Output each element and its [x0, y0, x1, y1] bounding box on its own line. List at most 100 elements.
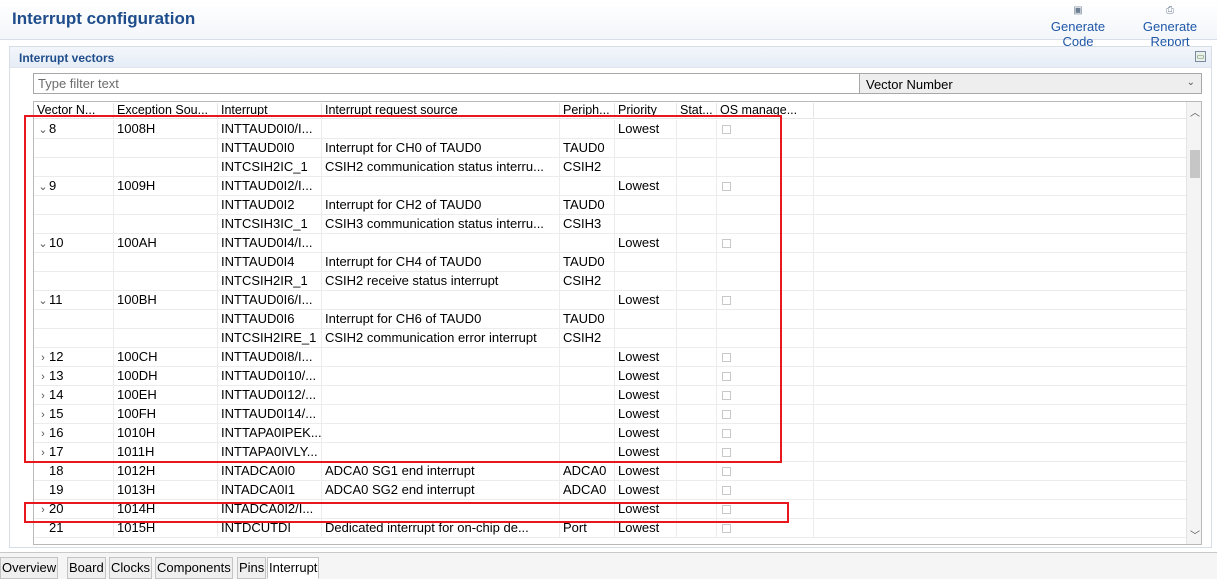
os-managed-checkbox[interactable] — [722, 448, 731, 458]
table-row[interactable]: INTCSIH2IC_1 CSIH2 communication status i… — [34, 158, 1186, 177]
filter-input[interactable] — [33, 73, 864, 94]
os-managed-cell — [717, 367, 814, 386]
os-managed-checkbox[interactable] — [722, 391, 731, 401]
table-row[interactable]: INTTAUD0I0 Interrupt for CH0 of TAUD0 TAUD… — [34, 139, 1186, 158]
column-header-peripheral[interactable]: Periph... — [560, 103, 615, 118]
table-row[interactable]: 18 1012H INTADCA0I0 ADCA0 SG1 end interrupt… — [34, 462, 1186, 481]
table-row[interactable]: INTCSIH2IR_1 CSIH2 receive status interru… — [34, 272, 1186, 291]
table-row[interactable]: ⌄8 1008H INTTAUD0I0/I... Lowest — [34, 120, 1186, 139]
peripheral-cell: Port — [560, 519, 615, 538]
os-managed-cell — [717, 443, 814, 462]
os-managed-cell — [717, 462, 814, 481]
os-managed-checkbox[interactable] — [722, 429, 731, 439]
tab-pins[interactable]: Pins — [237, 557, 267, 579]
interrupt-cell: INTADCA0I0 — [218, 462, 322, 481]
column-header-vector-number[interactable]: Vector N... — [34, 103, 114, 118]
table-row[interactable]: › 20 1014H INTADCA0I2/I... Lowest — [34, 500, 1186, 519]
collapsed-chevron-icon[interactable]: › — [37, 387, 49, 405]
vector-number-text: 15 — [49, 406, 64, 421]
expanded-chevron-icon[interactable]: ⌄ — [37, 178, 49, 196]
table-row[interactable]: INTTAUD0I4 Interrupt for CH4 of TAUD0 TAUD… — [34, 253, 1186, 272]
generate-report-label: Generate Report — [1142, 19, 1198, 49]
collapsed-chevron-icon[interactable]: › — [37, 501, 49, 519]
table-row[interactable]: › 17 1011H INTTAPA0IVLY... Lowest — [34, 443, 1186, 462]
collapsed-chevron-icon[interactable]: › — [37, 444, 49, 462]
request-source-cell: CSIH2 communication error interrupt — [322, 329, 560, 348]
tab-board[interactable]: Board — [67, 557, 106, 579]
column-header-interrupt[interactable]: Interrupt — [218, 103, 322, 118]
os-managed-checkbox[interactable] — [722, 524, 731, 534]
os-managed-cell — [717, 519, 814, 538]
generate-report-button[interactable]: ⎙ Generate Report — [1125, 4, 1215, 49]
os-managed-cell — [717, 234, 814, 253]
column-header-os-managed[interactable]: OS manage... — [717, 103, 814, 118]
os-managed-cell — [717, 405, 814, 424]
request-source-cell — [322, 177, 560, 196]
tab-components[interactable]: Components — [155, 557, 233, 579]
os-managed-checkbox[interactable] — [722, 296, 731, 306]
tab-interrupt[interactable]: Interrupt — [267, 557, 320, 579]
vector-number-cell — [34, 272, 114, 291]
table-row[interactable]: INTTAUD0I2 Interrupt for CH2 of TAUD0 TAUD… — [34, 196, 1186, 215]
os-managed-checkbox[interactable] — [722, 125, 731, 135]
generate-code-button[interactable]: ▣ Generate Code — [1035, 4, 1121, 49]
request-source-cell: Interrupt for CH0 of TAUD0 — [322, 139, 560, 158]
interrupt-cell: INTCSIH3IC_1 — [218, 215, 322, 234]
table-row[interactable]: › 14 100EH INTTAUD0I12/... Lowest — [34, 386, 1186, 405]
status-cell — [677, 196, 717, 215]
column-header-exception-source[interactable]: Exception Sou... — [114, 103, 218, 118]
exception-source-cell: 1013H — [114, 481, 218, 500]
collapsed-chevron-icon[interactable]: › — [37, 425, 49, 443]
tab-clocks[interactable]: Clocks — [109, 557, 153, 579]
collapse-section-icon[interactable]: ▭ — [1195, 51, 1206, 62]
exception-source-cell — [114, 215, 218, 234]
os-managed-checkbox[interactable] — [722, 505, 731, 515]
table-row[interactable]: 21 1015H INTDCUTDI Dedicated interrupt for … — [34, 519, 1186, 538]
collapsed-chevron-icon[interactable]: › — [37, 406, 49, 424]
sort-selected-value: Vector Number — [866, 77, 953, 92]
priority-cell — [615, 253, 677, 272]
table-row[interactable]: INTTAUD0I6 Interrupt for CH6 of TAUD0 TAUD… — [34, 310, 1186, 329]
status-cell — [677, 481, 717, 500]
status-cell — [677, 291, 717, 310]
status-cell — [677, 215, 717, 234]
os-managed-cell — [717, 139, 814, 158]
expanded-chevron-icon[interactable]: ⌄ — [37, 292, 49, 310]
expanded-chevron-icon[interactable]: ⌄ — [37, 121, 49, 139]
sort-dropdown[interactable]: Vector Number ⌄ — [859, 73, 1202, 94]
column-header-status[interactable]: Stat... — [677, 103, 717, 118]
editor-title-bar: Interrupt configuration ▣ Generate Code … — [0, 0, 1217, 49]
expanded-chevron-icon[interactable]: ⌄ — [37, 235, 49, 253]
priority-cell: Lowest — [615, 481, 677, 500]
table-row[interactable]: › 16 1010H INTTAPA0IPEK... Lowest — [34, 424, 1186, 443]
scroll-up-icon[interactable]: ︿ — [1190, 104, 1200, 119]
table-row[interactable]: › 12 100CH INTTAUD0I8/I... Lowest — [34, 348, 1186, 367]
os-managed-checkbox[interactable] — [722, 182, 731, 192]
scrollbar-thumb[interactable] — [1190, 150, 1200, 178]
table-row[interactable]: ⌄11 100BH INTTAUD0I6/I... Lowest — [34, 291, 1186, 310]
os-managed-checkbox[interactable] — [722, 486, 731, 496]
table-row[interactable]: › 15 100FH INTTAUD0I14/... Lowest — [34, 405, 1186, 424]
collapsed-chevron-icon[interactable]: › — [37, 368, 49, 386]
os-managed-checkbox[interactable] — [722, 467, 731, 477]
scroll-down-icon[interactable]: ﹀ — [1190, 527, 1200, 542]
os-managed-checkbox[interactable] — [722, 353, 731, 363]
tab-overview[interactable]: Overview — [0, 557, 59, 579]
os-managed-checkbox[interactable] — [722, 239, 731, 249]
os-managed-checkbox[interactable] — [722, 410, 731, 420]
table-row[interactable]: 19 1013H INTADCA0I1 ADCA0 SG2 end interrupt… — [34, 481, 1186, 500]
peripheral-cell: TAUD0 — [560, 139, 615, 158]
status-cell — [677, 253, 717, 272]
column-header-priority[interactable]: Priority — [615, 103, 677, 118]
os-managed-checkbox[interactable] — [722, 372, 731, 382]
vertical-scrollbar[interactable]: ︿ ﹀ — [1186, 102, 1201, 544]
table-row[interactable]: ⌄9 1009H INTTAUD0I2/I... Lowest — [34, 177, 1186, 196]
priority-cell: Lowest — [615, 348, 677, 367]
table-row[interactable]: ⌄10 100AH INTTAUD0I4/I... Lowest — [34, 234, 1186, 253]
column-header-request-source[interactable]: Interrupt request source — [322, 103, 560, 118]
exception-source-cell — [114, 329, 218, 348]
table-row[interactable]: INTCSIH3IC_1 CSIH3 communication status i… — [34, 215, 1186, 234]
table-row[interactable]: INTCSIH2IRE_1 CSIH2 communication error i… — [34, 329, 1186, 348]
table-row[interactable]: › 13 100DH INTTAUD0I10/... Lowest — [34, 367, 1186, 386]
collapsed-chevron-icon[interactable]: › — [37, 349, 49, 367]
